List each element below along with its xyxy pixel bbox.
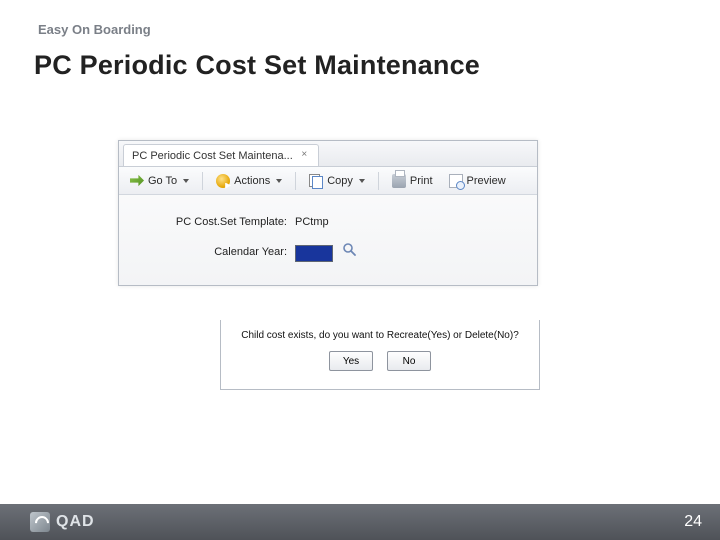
eyebrow-text: Easy On Boarding: [38, 22, 151, 37]
form-body: PC Cost.Set Template: PCtmp Calendar Yea…: [119, 195, 537, 281]
toolbar: Go To Actions Copy Print Pre: [119, 167, 537, 195]
preview-button[interactable]: Preview: [442, 171, 513, 191]
goto-icon: [130, 174, 144, 188]
brand-text: QAD: [56, 513, 95, 531]
actions-label: Actions: [234, 175, 270, 187]
brand: QAD: [30, 512, 95, 532]
year-input[interactable]: [295, 245, 333, 262]
copy-label: Copy: [327, 175, 353, 187]
lookup-icon[interactable]: [342, 242, 356, 256]
template-label: PC Cost.Set Template:: [143, 216, 295, 228]
footer: QAD 24: [0, 504, 720, 540]
close-icon[interactable]: ×: [299, 150, 310, 161]
brand-logo-icon: [30, 512, 50, 532]
tab-title: PC Periodic Cost Set Maintena...: [132, 150, 293, 162]
goto-label: Go To: [148, 175, 177, 187]
print-icon: [392, 174, 406, 188]
tab-bar: PC Periodic Cost Set Maintena... ×: [119, 141, 537, 167]
preview-label: Preview: [467, 175, 506, 187]
yes-button[interactable]: Yes: [329, 351, 373, 371]
confirm-dialog: Child cost exists, do you want to Recrea…: [220, 320, 540, 390]
chevron-down-icon: [183, 179, 189, 183]
row-calendar-year: Calendar Year:: [143, 241, 513, 263]
chevron-down-icon: [359, 179, 365, 183]
toolbar-separator: [378, 172, 379, 190]
template-value: PCtmp: [295, 216, 329, 228]
preview-icon: [449, 174, 463, 188]
print-label: Print: [410, 175, 433, 187]
print-button[interactable]: Print: [385, 171, 440, 191]
year-value-wrap: [295, 242, 356, 262]
no-button[interactable]: No: [387, 351, 431, 371]
actions-button[interactable]: Actions: [209, 171, 289, 191]
page-number: 24: [684, 513, 702, 531]
copy-icon: [309, 174, 323, 188]
row-template: PC Cost.Set Template: PCtmp: [143, 211, 513, 233]
slide: Easy On Boarding PC Periodic Cost Set Ma…: [0, 0, 720, 540]
tab-cost-set-maintenance[interactable]: PC Periodic Cost Set Maintena... ×: [123, 144, 319, 166]
actions-icon: [216, 174, 230, 188]
app-window: PC Periodic Cost Set Maintena... × Go To…: [118, 140, 538, 286]
dialog-buttons: Yes No: [329, 351, 431, 371]
toolbar-separator: [202, 172, 203, 190]
page-title: PC Periodic Cost Set Maintenance: [34, 50, 480, 81]
goto-button[interactable]: Go To: [123, 171, 196, 191]
copy-button[interactable]: Copy: [302, 171, 372, 191]
year-label: Calendar Year:: [143, 246, 295, 258]
dialog-message: Child cost exists, do you want to Recrea…: [241, 330, 519, 341]
toolbar-separator: [295, 172, 296, 190]
chevron-down-icon: [276, 179, 282, 183]
